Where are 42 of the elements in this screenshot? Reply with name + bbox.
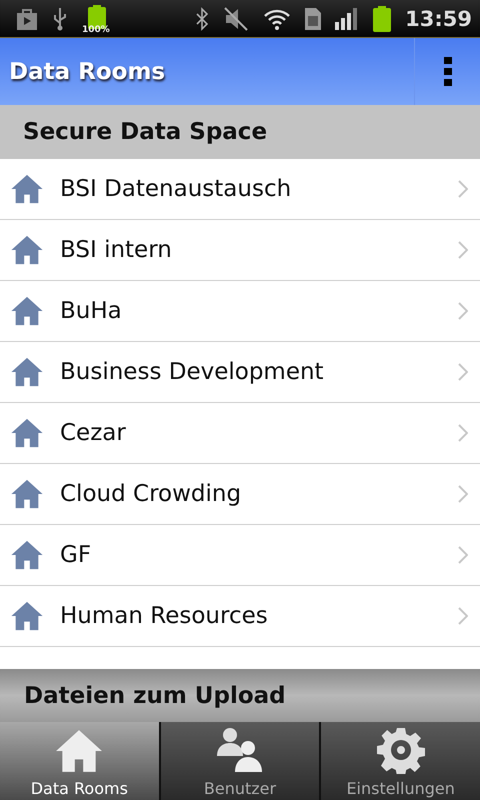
tab[interactable]: Benutzer	[160, 722, 320, 800]
tab[interactable]: Einstellungen	[321, 722, 480, 800]
room-name: BSI intern	[60, 237, 173, 263]
muted-speaker-icon	[223, 6, 250, 32]
room-name: Cezar	[60, 420, 127, 446]
house-icon	[10, 599, 44, 633]
shopping-bag-icon	[16, 8, 38, 30]
upload-bar[interactable]: Dateien zum Upload	[0, 669, 480, 722]
chevron-right-icon	[458, 302, 468, 320]
house-icon	[10, 172, 44, 206]
chevron-right-icon	[458, 546, 468, 564]
chevron-right-icon	[458, 485, 468, 503]
menu-icon	[444, 56, 452, 86]
settings-icon	[376, 726, 426, 774]
wifi-icon	[263, 8, 292, 30]
tab[interactable]: Data Rooms	[0, 722, 159, 800]
room-name: Cloud Crowding	[60, 481, 242, 507]
chevron-right-icon	[458, 607, 468, 625]
room-name: GF	[60, 542, 92, 568]
room-name: BuHa	[60, 298, 123, 324]
house-icon	[10, 538, 44, 572]
chevron-right-icon	[458, 424, 468, 442]
house-icon	[10, 233, 44, 267]
chevron-right-icon	[458, 180, 468, 198]
bluetooth-icon	[195, 6, 210, 30]
usb-icon	[52, 6, 68, 30]
room-name: Human Resources	[60, 603, 269, 629]
room-name: BSI Datenaustausch	[60, 176, 292, 202]
house-icon	[10, 477, 44, 511]
house-icon	[10, 294, 44, 328]
chevron-right-icon	[458, 363, 468, 381]
section-header: Secure Data Space	[0, 105, 480, 159]
room-name: Business Development	[60, 359, 325, 385]
signal-icon	[335, 8, 360, 30]
battery-icon	[373, 6, 392, 32]
house-icon	[10, 355, 44, 389]
screen-title: Data Rooms	[8, 58, 166, 84]
chevron-right-icon	[458, 241, 468, 259]
house-icon	[10, 416, 44, 450]
sim-card-icon	[305, 8, 322, 30]
clock-time: 13:59	[405, 6, 472, 30]
users-icon	[215, 726, 265, 772]
